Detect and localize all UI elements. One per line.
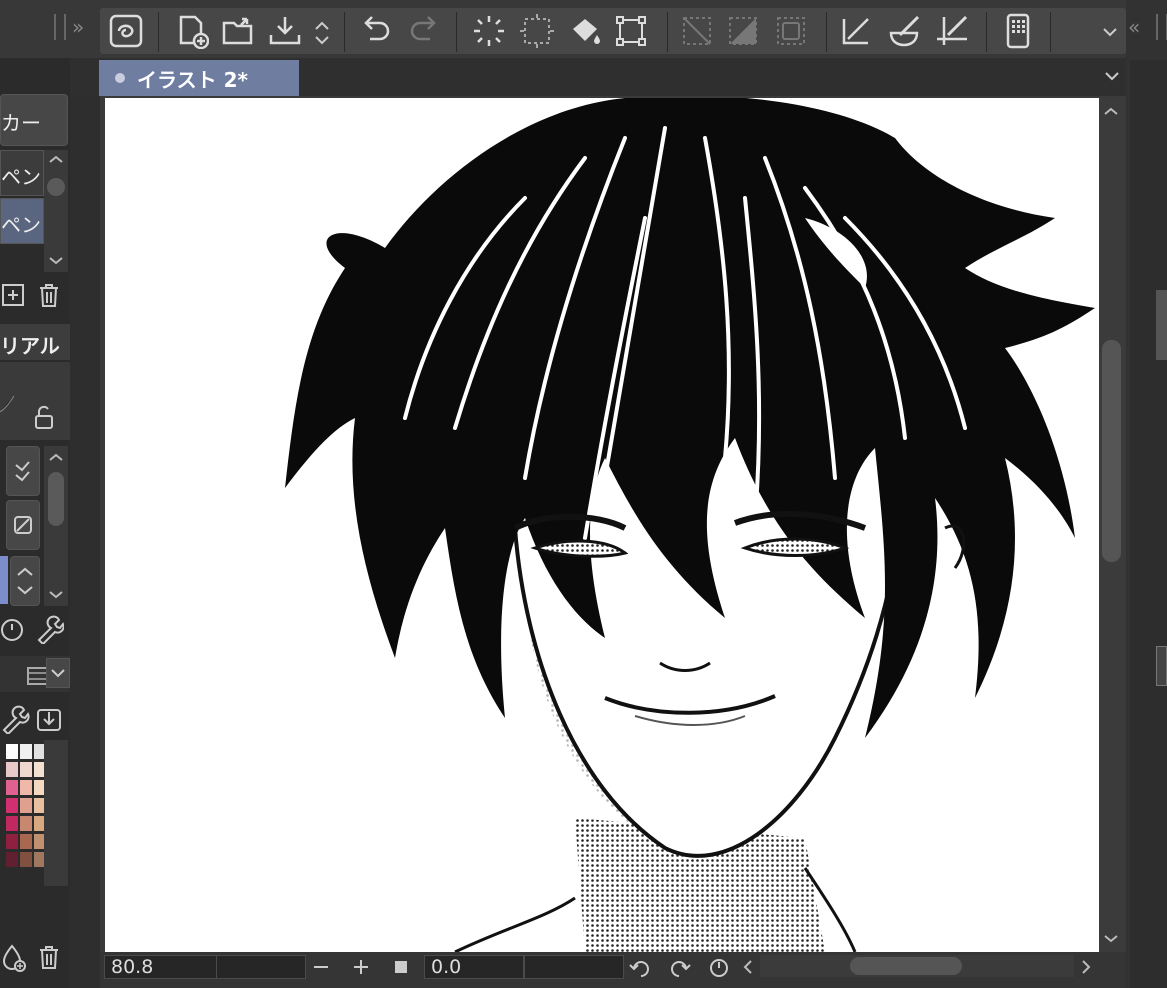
delete-sub-tool-icon[interactable]: [34, 280, 64, 310]
eyedropper-icon[interactable]: [0, 704, 30, 734]
sub-tool-scrollbar[interactable]: [44, 150, 68, 272]
color-swatch[interactable]: [6, 816, 18, 831]
clear-icon[interactable]: [466, 8, 512, 54]
color-swatch[interactable]: [20, 816, 32, 831]
import-icon[interactable]: [34, 704, 64, 734]
canvas-scroll-thumb[interactable]: [1102, 340, 1121, 562]
unsaved-dot-icon: [115, 73, 125, 83]
ruler-icon[interactable]: [833, 8, 879, 54]
sub-tool-label: ペン: [1, 165, 41, 189]
rotate-right-icon[interactable]: [664, 953, 694, 981]
timer-icon[interactable]: [0, 614, 30, 644]
clip-studio-logo-icon[interactable]: [103, 8, 149, 54]
left-collapse-grip[interactable]: [52, 14, 66, 40]
right-collapse-grip[interactable]: [1154, 14, 1167, 40]
color-swatch[interactable]: [6, 762, 18, 777]
reset-rotation-icon[interactable]: [704, 953, 734, 981]
add-sub-tool-icon[interactable]: [0, 280, 30, 310]
redo-icon[interactable]: [401, 8, 447, 54]
companion-icon[interactable]: [995, 8, 1041, 54]
undo-icon[interactable]: [353, 8, 399, 54]
save-icon[interactable]: [262, 8, 308, 54]
rotation-field[interactable]: 0.0: [424, 955, 524, 979]
color-slider-indicator: [0, 556, 8, 604]
left-tool-panel: カー ペン ペン リアル: [0, 58, 70, 988]
scroll-right-icon[interactable]: [1074, 953, 1098, 981]
color-swatch[interactable]: [20, 834, 32, 849]
setting-toggle-1[interactable]: [6, 446, 40, 496]
fit-to-window-icon[interactable]: [386, 953, 416, 981]
property-scrollbar[interactable]: [44, 446, 68, 606]
tool-label: カー: [1, 111, 41, 135]
save-options-chevron-icon[interactable]: [312, 20, 332, 46]
rotation-slider[interactable]: [524, 955, 624, 979]
tool-property-label: リアル: [0, 334, 60, 358]
color-swatch[interactable]: [20, 780, 32, 795]
zoom-field[interactable]: 80.8: [104, 955, 218, 979]
wrench-icon[interactable]: [34, 614, 64, 644]
color-swatch[interactable]: [6, 744, 18, 759]
color-swatch[interactable]: [6, 798, 18, 813]
select-all-icon[interactable]: [768, 8, 814, 54]
transform-icon[interactable]: [608, 8, 654, 54]
right-panel-control[interactable]: [1156, 646, 1167, 686]
tool-button[interactable]: カー: [0, 94, 68, 146]
palette-menu-chevron-icon[interactable]: [46, 658, 70, 688]
sub-tool-label: ペン: [1, 213, 41, 237]
delete-color-icon[interactable]: [34, 942, 64, 972]
zoom-out-icon[interactable]: [306, 953, 336, 981]
color-swatch[interactable]: [6, 834, 18, 849]
document-tab-title: イラスト 2*: [137, 67, 248, 92]
value-stepper[interactable]: [10, 556, 40, 606]
add-color-icon[interactable]: [0, 942, 30, 972]
open-folder-icon[interactable]: [216, 8, 262, 54]
toolbar-menu-chevron-icon[interactable]: [1100, 22, 1120, 42]
color-swatch[interactable]: [20, 798, 32, 813]
zoom-slider[interactable]: [216, 955, 306, 979]
tool-property-header: リアル: [0, 324, 70, 360]
snap-icon[interactable]: [929, 8, 975, 54]
right-panel-content: [1130, 60, 1167, 988]
lock-open-icon[interactable]: [28, 402, 58, 432]
new-file-icon[interactable]: [168, 8, 214, 54]
palette-scrollbar[interactable]: [44, 740, 68, 886]
right-panel-dock: «: [1126, 0, 1167, 988]
clear-selection-icon[interactable]: [514, 8, 560, 54]
fill-icon[interactable]: [562, 8, 608, 54]
color-swatch[interactable]: [20, 852, 32, 867]
drawing-canvas[interactable]: [105, 98, 1099, 952]
manga-illustration: [285, 98, 1095, 952]
color-palette[interactable]: [0, 740, 46, 886]
color-swatch[interactable]: [20, 762, 32, 777]
right-panel-scroll-thumb[interactable]: [1156, 290, 1167, 360]
invert-selection-icon[interactable]: [720, 8, 766, 54]
tab-list-chevron-icon[interactable]: [1102, 66, 1122, 86]
horizontal-scroll-thumb[interactable]: [850, 957, 962, 975]
color-swatch[interactable]: [6, 780, 18, 795]
hide-selection-icon[interactable]: [674, 8, 720, 54]
scroll-left-icon[interactable]: [736, 953, 760, 981]
sub-tool-item-selected[interactable]: ペン: [0, 198, 44, 244]
main-toolbar: »: [0, 0, 1167, 58]
zoom-in-icon[interactable]: [346, 953, 376, 981]
rotate-left-icon[interactable]: [626, 953, 656, 981]
expand-left-icon[interactable]: »: [72, 14, 96, 40]
sub-tool-item[interactable]: ペン: [0, 150, 44, 196]
setting-toggle-2[interactable]: [6, 500, 40, 550]
collapse-right-icon[interactable]: «: [1128, 14, 1152, 40]
color-swatch[interactable]: [6, 852, 18, 867]
smoothing-icon[interactable]: [881, 8, 927, 54]
color-swatch[interactable]: [20, 744, 32, 759]
document-tab[interactable]: イラスト 2*: [99, 60, 299, 96]
